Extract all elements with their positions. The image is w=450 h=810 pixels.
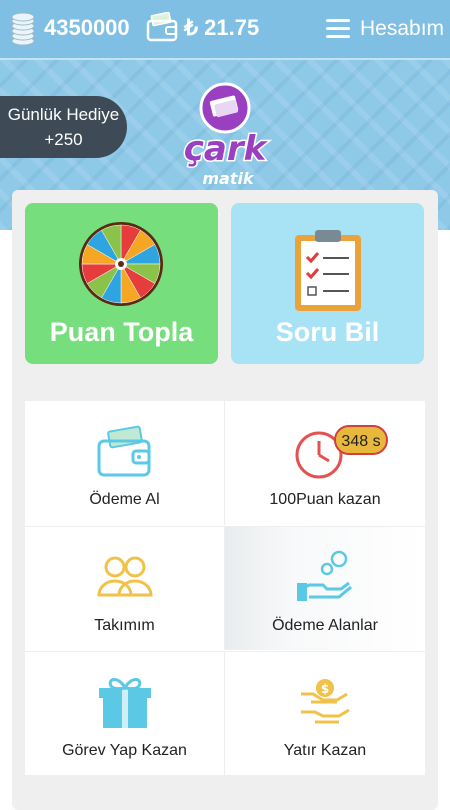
account-menu-label: Hesabım	[360, 17, 445, 40]
payment-receivers-label: Ödeme Alanlar	[272, 617, 378, 634]
wallet-icon	[146, 12, 178, 42]
team-icon	[97, 556, 153, 597]
daily-gift-amount: +250	[44, 130, 83, 149]
deposit-money-icon: $	[301, 679, 350, 724]
points-balance: 4350000	[44, 15, 130, 40]
checklist-clipboard-icon	[295, 230, 361, 311]
top-bar: 4350000 ₺ 21.75 Hesabım	[0, 0, 450, 60]
my-team-button[interactable]: Takımım	[25, 526, 225, 650]
hand-coins-icon	[297, 550, 352, 601]
svg-text:$: $	[321, 682, 329, 696]
daily-gift-label: Günlük Hediye	[7, 105, 120, 124]
earn-points-label: Puan Topla	[49, 317, 194, 347]
my-team-label: Takımım	[94, 617, 155, 634]
svg-text:matik: matik	[202, 169, 255, 188]
menu-grid: Ödeme Al 348 s 100Puan kazan Takımım Öde…	[25, 401, 425, 775]
account-menu-button[interactable]: Hesabım	[326, 16, 450, 44]
payment-receivers-button[interactable]: Ödeme Alanlar	[225, 526, 425, 650]
coin-stack-icon	[11, 12, 35, 46]
quiz-label: Soru Bil	[275, 317, 380, 347]
gift-icon	[99, 678, 151, 728]
currency-symbol: ₺	[184, 15, 198, 40]
invest-earn-button[interactable]: $ Yatır Kazan	[225, 651, 425, 775]
do-task-earn-label: Görev Yap Kazan	[62, 742, 187, 759]
quiz-tile[interactable]: Soru Bil	[231, 203, 424, 364]
get-payment-button[interactable]: Ödeme Al	[25, 401, 225, 525]
get-payment-label: Ödeme Al	[89, 491, 160, 508]
invest-earn-label: Yatır Kazan	[283, 742, 367, 759]
daily-gift-button[interactable]: Günlük Hediye +250	[0, 96, 127, 158]
do-task-earn-button[interactable]: Görev Yap Kazan	[25, 651, 225, 775]
earn-100-points-label: 100Puan kazan	[269, 491, 381, 508]
cark-matik-logo: çark matik	[182, 82, 270, 188]
timer-badge: 348 s	[334, 425, 388, 455]
earn-100-points-button[interactable]: 348 s 100Puan kazan	[225, 401, 425, 525]
prize-wheel-icon	[79, 222, 163, 306]
svg-text:çark: çark	[184, 129, 269, 169]
wallet-icon	[97, 425, 151, 477]
money-amount: 21.75	[204, 15, 260, 40]
earn-points-tile[interactable]: Puan Topla	[25, 203, 218, 364]
hamburger-menu-icon	[326, 19, 350, 39]
money-balance: ₺ 21.75	[184, 15, 259, 41]
